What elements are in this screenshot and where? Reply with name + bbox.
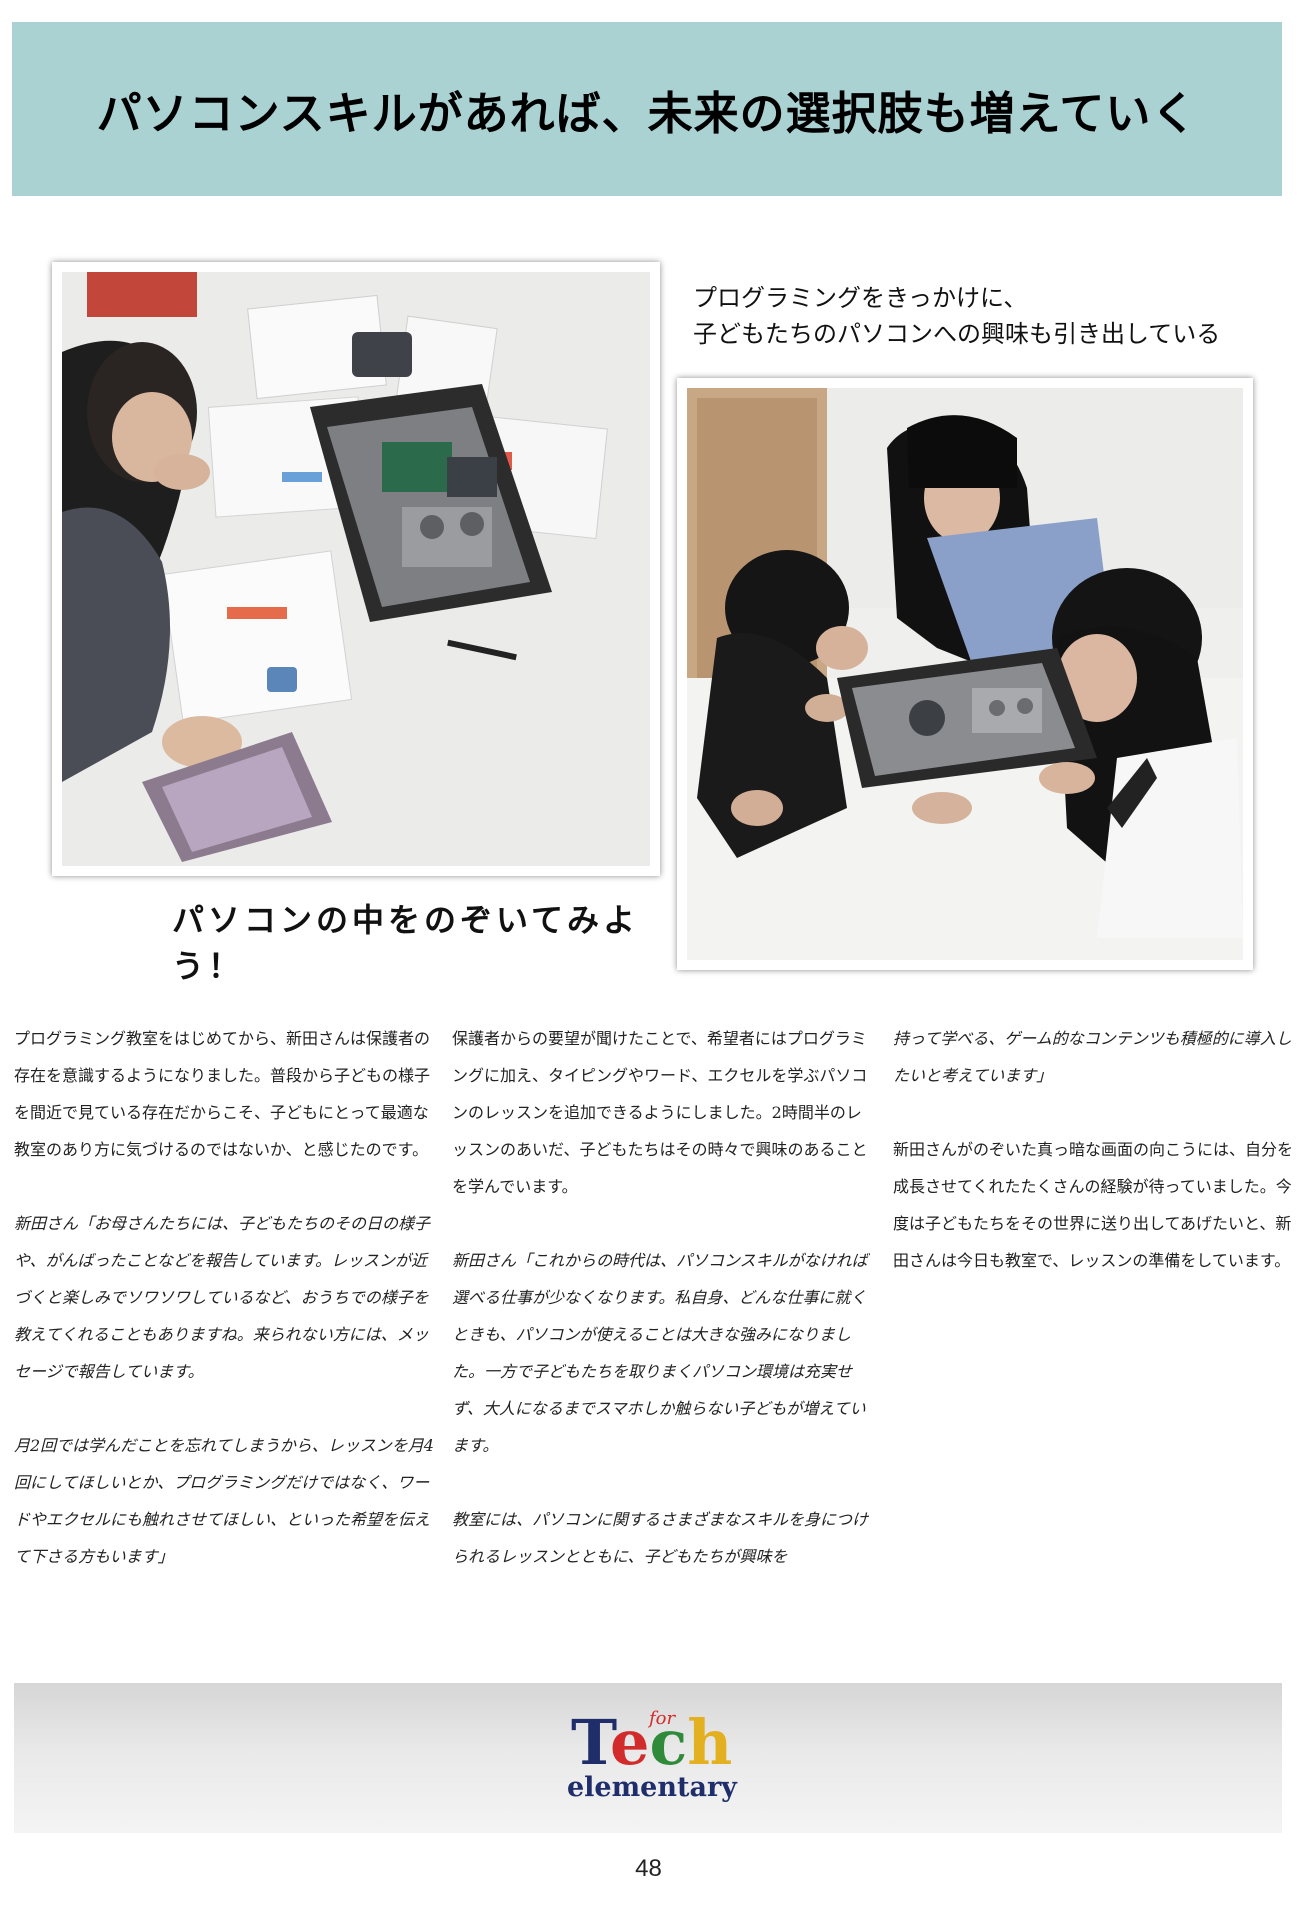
page-number: 48 — [635, 1855, 662, 1882]
photo-image — [62, 272, 650, 866]
right-photo-caption: プログラミングをきっかけに、 子どもたちのパソコンへの興味も引き出している — [693, 280, 1263, 352]
left-photo-caption: パソコンの中をのぞいてみよう！ — [172, 901, 640, 985]
quote-paragraph: 新田さん「これからの時代は、パソコンスキルがなければ選べる仕事が少なくなります。… — [452, 1251, 868, 1455]
photo-image — [687, 388, 1243, 960]
right-caption-line-1: プログラミングをきっかけに、 — [693, 284, 1028, 312]
logo-elementary: elementary — [567, 1772, 737, 1803]
title-banner: パソコンスキルがあれば、未来の選択肢も増えていく — [12, 22, 1282, 196]
quote-paragraph: 新田さん「お母さんたちには、子どもたちのその日の様子や、がんばったことなどを報告… — [14, 1214, 431, 1381]
logo-letter: e — [610, 1706, 650, 1779]
photo-children-pc — [677, 378, 1253, 970]
right-caption-line-2: 子どもたちのパソコンへの興味も引き出している — [693, 320, 1221, 348]
article-column-3: 持って学べる、ゲーム的なコンテンツも積極的に導入したいと考えています」 新田さん… — [893, 1020, 1293, 1316]
paragraph: 保護者からの要望が聞けたことで、希望者にはプログラミングに加え、タイピングやワー… — [452, 1029, 868, 1196]
page-title: パソコンスキルがあれば、未来の選択肢も増えていく — [96, 86, 1198, 140]
logo-for: for — [649, 1708, 676, 1729]
paragraph: プログラミング教室をはじめてから、新田さんは保護者の存在を意識するようになりまし… — [14, 1029, 431, 1159]
logo-letter: T — [571, 1706, 611, 1779]
article-column-1: プログラミング教室をはじめてから、新田さんは保護者の存在を意識するようになりまし… — [14, 1020, 434, 1612]
tech-for-elementary-logo: Tech for elementary — [565, 1708, 745, 1808]
quote-paragraph: 教室には、パソコンに関するさまざまなスキルを身につけられるレッスンとともに、子ど… — [452, 1510, 869, 1566]
photo-classroom-table — [52, 262, 660, 876]
quote-paragraph: 持って学べる、ゲーム的なコンテンツも積極的に導入したいと考えています」 — [893, 1029, 1292, 1085]
quote-paragraph: 月2回では学んだことを忘れてしまうから、レッスンを月4回にしてほしいとか、プログ… — [14, 1436, 434, 1566]
article-column-2: 保護者からの要望が聞けたことで、希望者にはプログラミングに加え、タイピングやワー… — [452, 1020, 872, 1612]
paragraph: 新田さんがのぞいた真っ暗な画面の向こうには、自分を成長させてくれたたくさんの経験… — [893, 1140, 1294, 1270]
logo-letter: h — [687, 1706, 733, 1779]
